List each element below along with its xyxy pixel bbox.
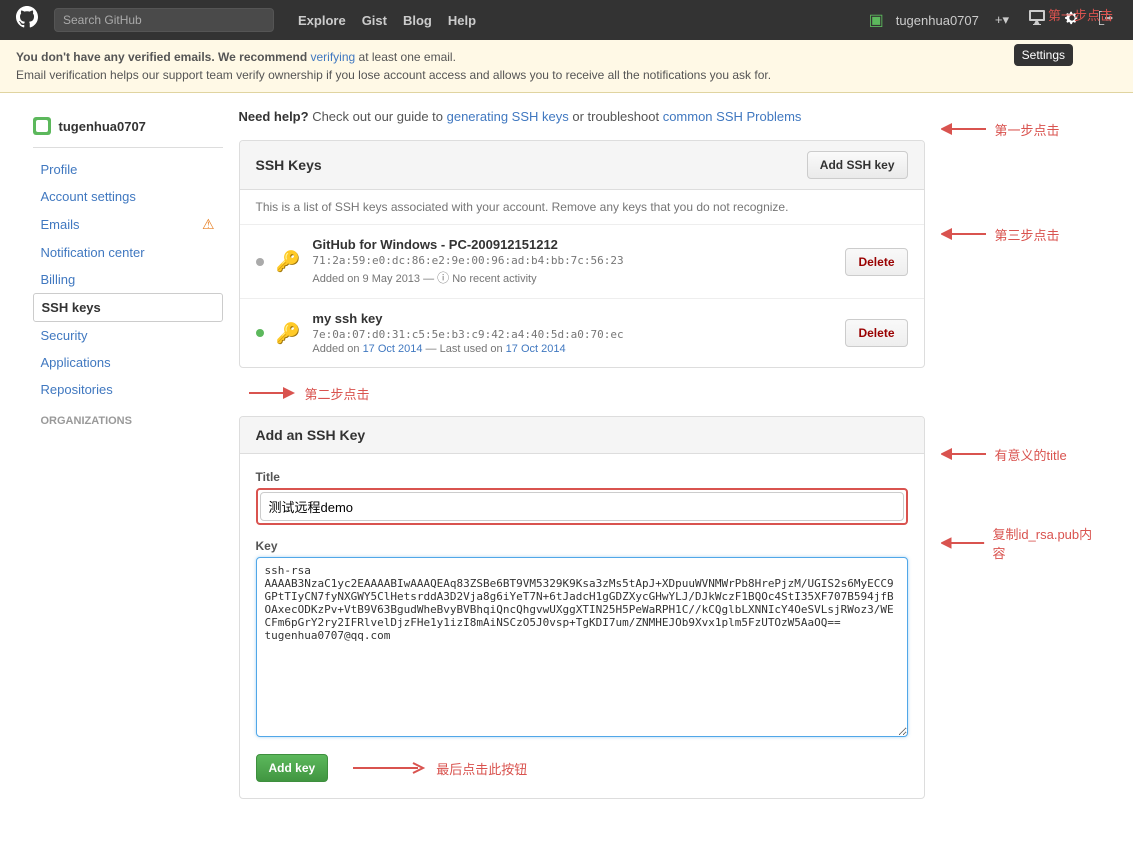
ssh-keys-section: SSH Keys Add SSH key This is a list of S… [239,140,925,368]
help-link[interactable]: Help [448,13,476,28]
nav-links: Explore Gist Blog Help [298,13,476,28]
key-label: Key [256,539,908,553]
help-text: Need help? Check out our guide to genera… [239,109,925,124]
title-form-group: Title [256,470,908,525]
key2-meta: Added on 17 Oct 2014 — Last used on 17 O… [312,343,833,355]
verify-link[interactable]: verifying [311,50,356,64]
key2-details: my ssh key 7e:0a:07:d0:31:c5:5e:b3:c9:42… [312,311,833,355]
delete-key2-button[interactable]: Delete [845,319,907,347]
explore-link[interactable]: Explore [298,13,346,28]
sidebar-item-security[interactable]: Security [33,322,223,349]
add-ssh-body: Title Key ssh-rsa AAAAB3NzaC1yc2EAAAABIw… [240,454,924,798]
step3-right-note: 第三步点击 [941,224,1101,244]
add-key-button-row: Add key 最后点击此按钮 [256,754,908,782]
last-step-annotation: 最后点击此按钮 [348,756,527,780]
key1-info-icon: ⓘ [437,271,449,285]
top-navigation: Explore Gist Blog Help ▣ tugenhua0707 +▾… [0,0,1133,40]
key-note: 复制id_rsa.pub内容 [941,524,1101,562]
key1-icon: 🔑 [276,249,301,274]
key1-name: GitHub for Windows - PC-200912151212 [312,237,833,252]
key2-used-link[interactable]: 17 Oct 2014 [506,343,566,355]
emails-warning-icon: ⚠ [202,216,215,233]
add-ssh-header: Add an SSH Key [240,417,924,454]
add-ssh-title: Add an SSH Key [256,427,908,443]
plus-menu-button[interactable]: +▾ [991,8,1013,32]
sidebar-item-account-settings[interactable]: Account settings [33,183,223,210]
delete-key1-button[interactable]: Delete [845,248,907,276]
notification-banner: You don't have any verified emails. We r… [0,40,1133,93]
gist-link[interactable]: Gist [362,13,387,28]
right-annotations: 第一步点击 第三步点击 有意义的title 复制id_rsa.pub内容 [941,109,1101,799]
content-area: Need help? Check out our guide to genera… [223,109,941,799]
key2-added-link[interactable]: 17 Oct 2014 [363,343,423,355]
ssh-keys-header: SSH Keys Add SSH key [240,141,924,190]
title-input[interactable] [260,492,904,521]
sidebar-item-repositories[interactable]: Repositories [33,376,223,403]
sidebar-username: tugenhua0707 [59,119,146,134]
step1-annotation: 第一步点击 [1048,5,1113,24]
title-input-wrapper [256,488,908,525]
sidebar-user-header: tugenhua0707 [33,109,223,148]
title-note: 有意义的title [941,444,1101,464]
sidebar-item-billing[interactable]: Billing [33,266,223,293]
add-ssh-key-section: Add an SSH Key Title Key ssh-rsa AAAAB3N… [239,416,925,799]
sidebar-avatar [33,117,51,135]
github-logo[interactable] [16,6,38,34]
ssh-key-row-2: 🔑 my ssh key 7e:0a:07:d0:31:c5:5e:b3:c9:… [240,299,924,367]
notifications-button[interactable] [1025,6,1049,35]
key-textarea[interactable]: ssh-rsa AAAAB3NzaC1yc2EAAAABIwAAAQEAq83Z… [256,557,908,737]
sidebar-item-applications[interactable]: Applications [33,349,223,376]
key2-fingerprint: 7e:0a:07:d0:31:c5:5e:b3:c9:42:a4:40:5d:a… [312,328,833,341]
key1-meta: Added on 9 May 2013 — ⓘ No recent activi… [312,269,833,286]
key-form-group: Key ssh-rsa AAAAB3NzaC1yc2EAAAABIwAAAQEA… [256,539,908,740]
main-layout: tugenhua0707 Profile Account settings Em… [17,93,1117,815]
key2-icon: 🔑 [276,321,301,346]
add-ssh-key-button[interactable]: Add SSH key [807,151,908,179]
key1-fingerprint: 71:2a:59:e0:dc:86:e2:9e:00:96:ad:b4:bb:7… [312,254,833,267]
blog-link[interactable]: Blog [403,13,432,28]
key1-status-dot [256,258,264,266]
sidebar-item-emails[interactable]: Emails ⚠ [33,210,223,239]
nav-username: tugenhua0707 [896,13,979,28]
notification-bold: You don't have any verified emails. We r… [16,50,311,64]
notification-detail: Email verification helps our support tea… [16,68,771,82]
sidebar-item-notification-center[interactable]: Notification center [33,239,223,266]
generating-ssh-link[interactable]: generating SSH keys [447,109,569,124]
step2-annotation: 第二步点击 [239,378,925,408]
key2-status-dot [256,329,264,337]
ssh-keys-title: SSH Keys [256,157,322,173]
settings-tooltip: Settings [1014,44,1073,66]
ssh-key-info-text: This is a list of SSH keys associated wi… [240,190,924,225]
title-label: Title [256,470,908,484]
add-key-submit-button[interactable]: Add key [256,754,329,782]
user-avatar-icon: ▣ [869,10,884,30]
orgs-section-header: Organizations [33,403,223,431]
sidebar: tugenhua0707 Profile Account settings Em… [33,109,223,799]
sidebar-nav: Profile Account settings Emails ⚠ Notifi… [33,156,223,403]
sidebar-item-profile[interactable]: Profile [33,156,223,183]
step1-right-note: 第一步点击 [941,119,1101,139]
search-input[interactable] [54,8,274,32]
ssh-key-row-1: 🔑 GitHub for Windows - PC-200912151212 7… [240,225,924,299]
key2-name: my ssh key [312,311,833,326]
common-ssh-problems-link[interactable]: common SSH Problems [663,109,802,124]
sidebar-item-ssh-keys[interactable]: SSH keys [33,293,223,322]
key1-details: GitHub for Windows - PC-200912151212 71:… [312,237,833,286]
